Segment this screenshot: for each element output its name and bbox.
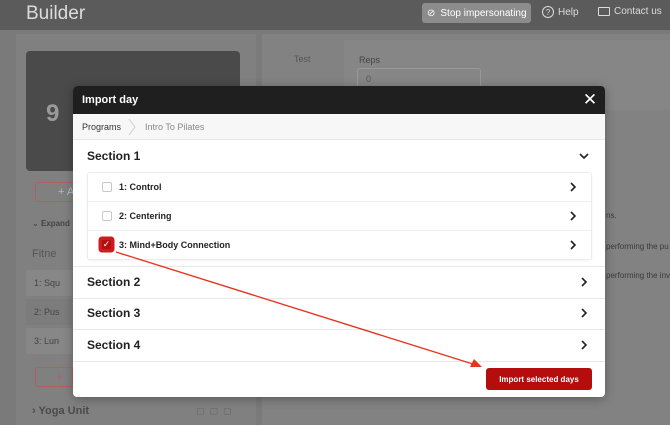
day-label: 1: Control: [119, 182, 162, 192]
modal-header: Import day ✕: [73, 86, 605, 114]
chevron-right-icon[interactable]: [566, 238, 580, 252]
help-label: Help: [558, 6, 579, 18]
chevron-right-icon: [577, 337, 591, 353]
yoga-unit-text: Yoga Unit: [38, 405, 90, 417]
app-title: Builder: [26, 3, 86, 24]
section-label: Section 2: [87, 275, 141, 289]
bg-list-item: 3: Lun: [26, 328, 72, 354]
modal-footer: Import selected days: [73, 361, 605, 397]
modal-title: Import day: [82, 94, 139, 106]
chevron-right-icon[interactable]: [566, 209, 580, 223]
breadcrumb-current: Intro To Pilates: [145, 122, 205, 132]
add-button-bg-2: +: [35, 367, 73, 387]
bg-list-item: 2: Pus: [26, 299, 72, 325]
test-label: Test: [294, 54, 311, 64]
import-selected-days-button[interactable]: Import selected days: [486, 368, 592, 390]
breadcrumb: Programs Intro To Pilates: [73, 114, 605, 140]
yoga-unit-label: › Yoga Unit: [32, 405, 90, 417]
section-1-header[interactable]: Section 1: [73, 141, 605, 172]
unit-action-icons: ▢▢▢: [196, 406, 237, 416]
stop-impersonating-label: Stop impersonating: [440, 7, 527, 19]
expand-label: Expand: [40, 219, 70, 228]
cover-image-text: 9: [46, 100, 60, 127]
contact-label: Contact us: [614, 6, 662, 17]
section-label: Section 3: [87, 306, 141, 320]
section-1-days-list: 1: Control 2: Centering ✓ 3: Mind+Body C…: [87, 172, 592, 260]
bg-text-snippet: performing the pu: [606, 242, 669, 251]
bg-text-snippet: ns.: [606, 211, 617, 220]
reps-label: Reps: [359, 55, 381, 65]
section-3-header[interactable]: Section 3: [73, 298, 605, 329]
bg-text-snippet: performing the inv: [606, 271, 670, 280]
close-icon[interactable]: ✕: [581, 91, 599, 109]
breadcrumb-separator: [127, 118, 141, 136]
day-item-1[interactable]: 1: Control: [88, 173, 591, 202]
day-checkbox[interactable]: [102, 182, 112, 192]
section-label: Section 1: [87, 149, 141, 163]
help-icon: ?: [542, 6, 554, 18]
import-day-modal: Import day ✕ Programs Intro To Pilates S…: [73, 86, 605, 397]
day-checkbox-checked[interactable]: ✓: [100, 238, 113, 251]
chevron-right-icon: [577, 305, 591, 321]
stop-impersonating-button[interactable]: ⊘ Stop impersonating: [422, 3, 531, 23]
day-item-2[interactable]: 2: Centering: [88, 202, 591, 231]
incognito-icon: ⊘: [427, 7, 436, 19]
fitness-unit-label: Fitne: [32, 248, 57, 260]
section-2-header[interactable]: Section 2: [73, 267, 605, 298]
day-label: 2: Centering: [119, 211, 172, 221]
section-4-header[interactable]: Section 4: [73, 330, 605, 361]
expand-toggle: ⌄ Expand: [32, 219, 70, 228]
day-item-3[interactable]: ✓ 3: Mind+Body Connection: [88, 231, 591, 260]
chevron-down-icon: [577, 148, 591, 164]
chevron-right-icon: [577, 274, 591, 290]
chevron-right-icon[interactable]: [566, 180, 580, 194]
mail-icon: [598, 7, 610, 16]
bg-list-item: 1: Squ: [26, 270, 72, 296]
breadcrumb-programs[interactable]: Programs: [82, 122, 121, 132]
contact-link[interactable]: Contact us: [598, 6, 662, 17]
day-checkbox[interactable]: [102, 211, 112, 221]
section-label: Section 4: [87, 338, 141, 352]
help-link[interactable]: ? Help: [542, 6, 579, 18]
day-label: 3: Mind+Body Connection: [119, 240, 231, 250]
